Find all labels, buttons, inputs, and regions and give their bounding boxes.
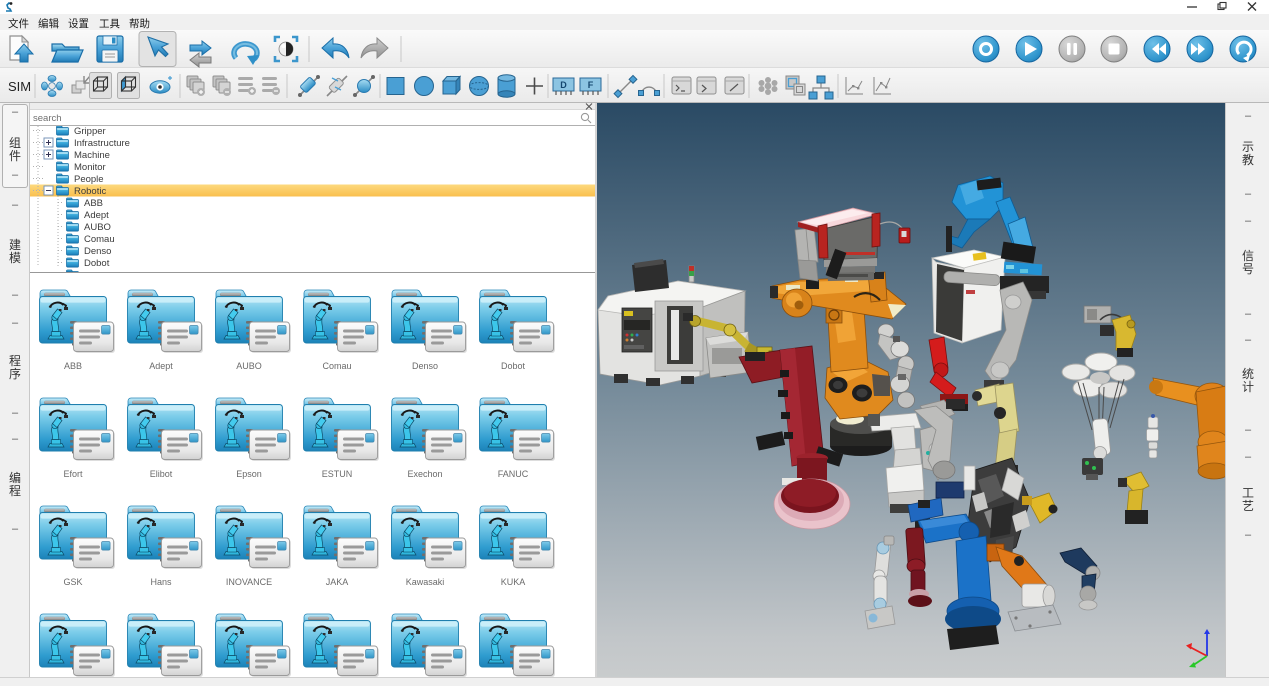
svg-text:F: F [588,80,594,90]
svg-text:Infrastructure: Infrastructure [74,138,130,149]
svg-text:Comau: Comau [84,234,115,245]
svg-text:Machine: Machine [74,150,110,161]
svg-text:Efort: Efort [63,469,83,479]
svg-text:Denso: Denso [84,246,111,257]
svg-text:KUKA: KUKA [501,577,526,587]
svg-text:Robotic: Robotic [74,186,106,197]
svg-text:Exechon: Exechon [407,469,442,479]
svg-text:FANUC: FANUC [498,469,529,479]
svg-text:Epson: Epson [236,469,262,479]
svg-text:Adept: Adept [149,361,173,371]
svg-text:Hans: Hans [150,577,172,587]
svg-text:AUBO: AUBO [236,361,262,371]
svg-text:Dobot: Dobot [84,258,110,269]
svg-text:JAKA: JAKA [326,577,349,587]
svg-text:Comau: Comau [322,361,351,371]
svg-text:INOVANCE: INOVANCE [226,577,272,587]
svg-text:Gripper: Gripper [74,126,106,137]
svg-text:People: People [74,174,104,185]
svg-text:D: D [560,80,567,90]
svg-text:ABB: ABB [64,361,82,371]
svg-text:ESTUN: ESTUN [322,469,353,479]
svg-text:SIM: SIM [8,79,31,94]
svg-text:AUBO: AUBO [84,222,111,233]
svg-text:Dobot: Dobot [501,361,526,371]
svg-text:Monitor: Monitor [74,162,106,173]
svg-text:ABB: ABB [84,198,103,209]
svg-text:Denso: Denso [412,361,438,371]
svg-text:Elibot: Elibot [150,469,173,479]
svg-text:Kawasaki: Kawasaki [406,577,445,587]
svg-text:Adept: Adept [84,210,109,221]
svg-text:GSK: GSK [63,577,82,587]
